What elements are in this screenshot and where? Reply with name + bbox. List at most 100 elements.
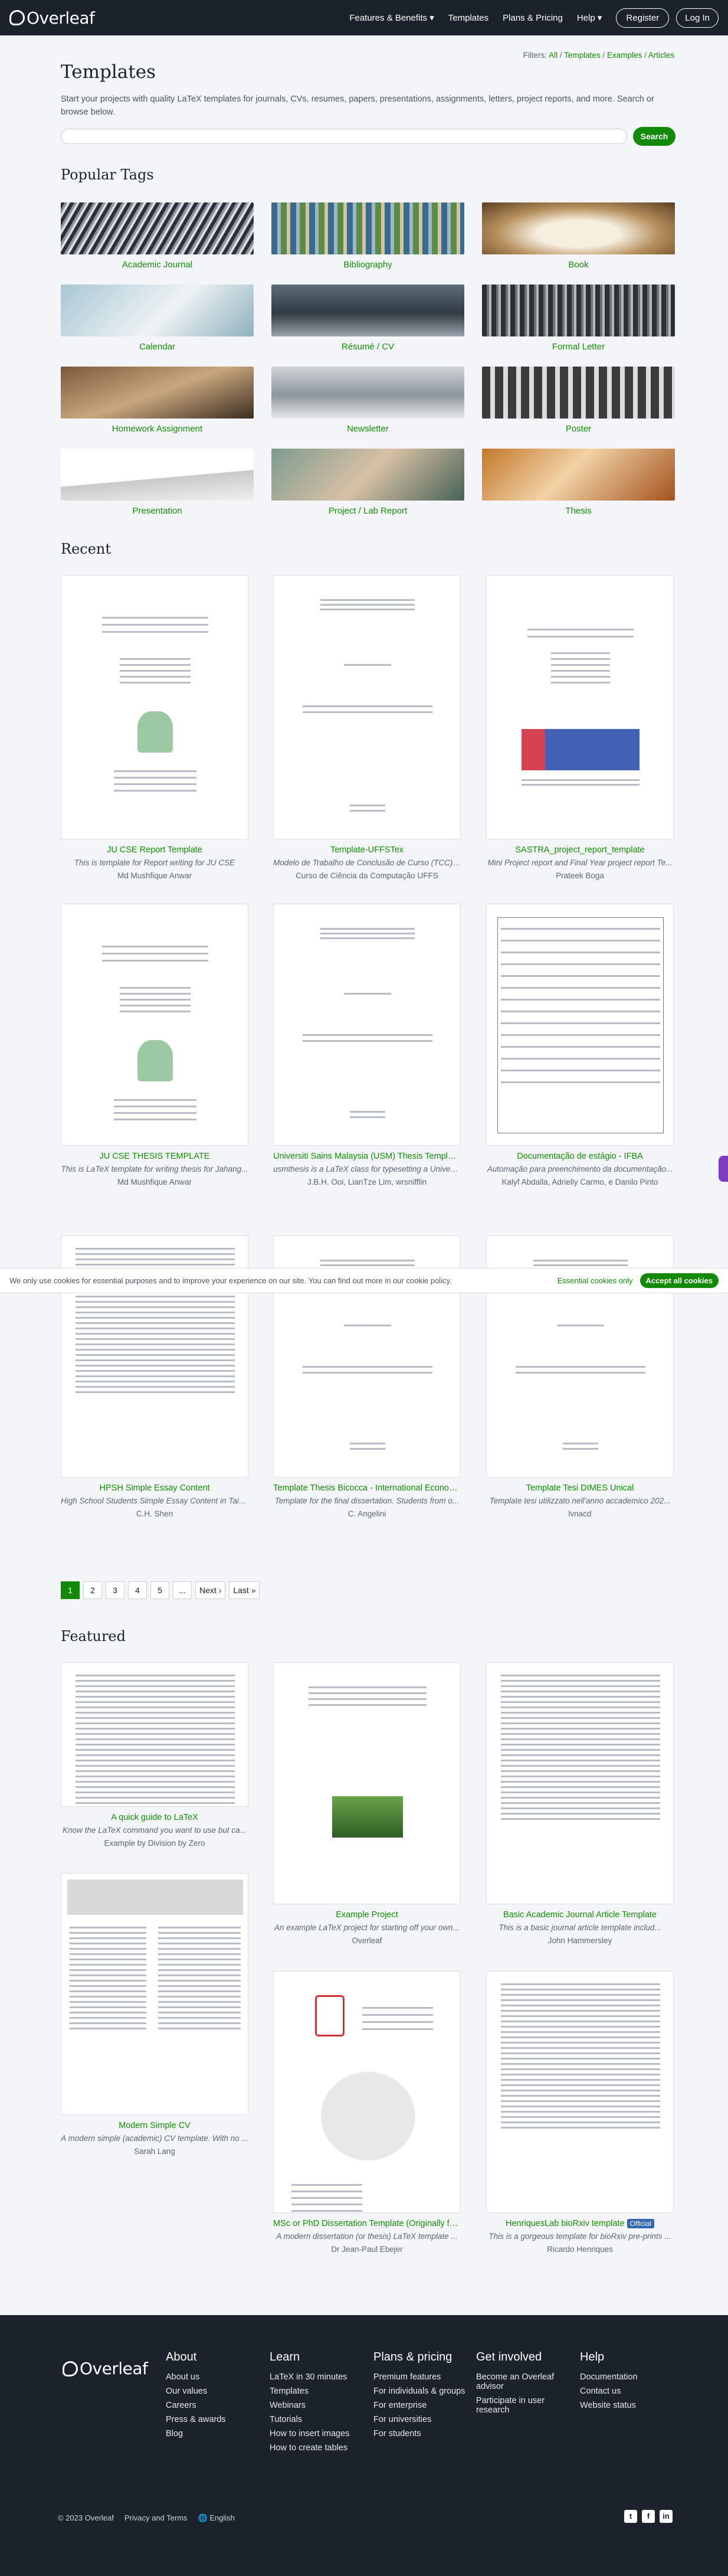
- template-title[interactable]: Template-UFFSTex: [273, 845, 461, 855]
- template-card[interactable]: Basic Academic Journal Article Template T…: [486, 1662, 674, 1945]
- template-title[interactable]: MSc or PhD Dissertation Template (Origin…: [273, 2219, 461, 2228]
- nav-features[interactable]: Features & Benefits ▾: [349, 12, 434, 23]
- template-card[interactable]: JU CSE THESIS TEMPLATE This is LaTeX temp…: [61, 904, 248, 1186]
- template-title[interactable]: SASTRA_project_report_template: [486, 845, 674, 855]
- template-card[interactable]: Universiti Sains Malaysia (USM) Thesis T…: [273, 904, 461, 1186]
- tag-project-lab-report[interactable]: Project / Lab Report: [271, 449, 464, 516]
- filter-articles[interactable]: Articles: [648, 51, 674, 60]
- template-card[interactable]: HenriquesLab bioRxiv template Official Thi…: [486, 1971, 674, 2254]
- page-4[interactable]: 4: [128, 1581, 147, 1599]
- template-title[interactable]: A quick guide to LaTeX: [61, 1813, 248, 1822]
- essential-cookies-button[interactable]: Essential cookies only: [558, 1276, 633, 1285]
- template-card[interactable]: MSc or PhD Dissertation Template (Origin…: [273, 1971, 461, 2254]
- footer-link[interactable]: Documentation: [580, 2372, 680, 2382]
- template-thumbnail[interactable]: [61, 1873, 248, 2115]
- nav-help[interactable]: Help ▾: [577, 12, 602, 23]
- template-thumbnail[interactable]: [273, 575, 461, 839]
- search-input[interactable]: [61, 129, 627, 144]
- template-title[interactable]: HenriquesLab bioRxiv template Official: [486, 2219, 674, 2228]
- template-thumbnail[interactable]: [486, 904, 674, 1146]
- template-title[interactable]: Universiti Sains Malaysia (USM) Thesis T…: [273, 1152, 461, 1161]
- linkedin-icon[interactable]: in: [660, 2510, 673, 2523]
- footer-link[interactable]: Our values: [166, 2387, 266, 2396]
- footer-logo[interactable]: Overleaf: [63, 2359, 148, 2378]
- template-title[interactable]: Basic Academic Journal Article Template: [486, 1910, 674, 1920]
- tag-poster[interactable]: Poster: [482, 367, 675, 434]
- twitter-icon[interactable]: t: [624, 2510, 637, 2523]
- footer-link[interactable]: Become an Overleaf advisor: [476, 2372, 559, 2391]
- template-card[interactable]: A quick guide to LaTeX Know the LaTeX com…: [61, 1662, 248, 1848]
- template-thumbnail[interactable]: [61, 1662, 248, 1807]
- footer-link[interactable]: LaTeX in 30 minutes: [270, 2372, 370, 2382]
- footer-link[interactable]: Contact us: [580, 2387, 680, 2396]
- footer-link[interactable]: For individuals & groups: [373, 2387, 474, 2396]
- nav-templates[interactable]: Templates: [448, 13, 488, 23]
- template-card[interactable]: Modern Simple CV A modern simple (academi…: [61, 1873, 248, 2156]
- footer-link[interactable]: Website status: [580, 2401, 680, 2410]
- tag-book[interactable]: Book: [482, 202, 675, 270]
- tag-formal-letter[interactable]: Formal Letter: [482, 285, 675, 352]
- template-card[interactable]: Documentação de estágio - IFBA Automação …: [486, 904, 674, 1186]
- template-title[interactable]: Documentação de estágio - IFBA: [486, 1152, 674, 1161]
- tag-calendar[interactable]: Calendar: [61, 285, 254, 352]
- template-thumbnail[interactable]: [273, 904, 461, 1146]
- accept-cookies-button[interactable]: Accept all cookies: [640, 1273, 719, 1288]
- footer-link[interactable]: About us: [166, 2372, 266, 2382]
- tag-newsletter[interactable]: Newsletter: [271, 367, 464, 434]
- template-thumbnail[interactable]: [486, 1662, 674, 1904]
- footer-link[interactable]: Tutorials: [270, 2415, 370, 2424]
- template-thumbnail[interactable]: [273, 1662, 461, 1904]
- page-5[interactable]: 5: [150, 1581, 169, 1599]
- template-thumbnail[interactable]: [273, 1971, 461, 2213]
- template-card[interactable]: SASTRA_project_report_template Mini Proje…: [486, 575, 674, 880]
- tag-homework-assignment[interactable]: Homework Assignment: [61, 367, 254, 434]
- facebook-icon[interactable]: f: [642, 2510, 655, 2523]
- template-card[interactable]: JU CSE Report Template This is template f…: [61, 575, 248, 880]
- footer-link[interactable]: Careers: [166, 2401, 266, 2410]
- nav-plans[interactable]: Plans & Pricing: [503, 13, 563, 23]
- footer-link[interactable]: How to create tables: [270, 2443, 370, 2453]
- filter-examples[interactable]: Examples: [607, 51, 642, 60]
- template-title[interactable]: Modern Simple CV: [61, 2121, 248, 2130]
- template-title[interactable]: JU CSE THESIS TEMPLATE: [61, 1152, 248, 1161]
- page-2[interactable]: 2: [83, 1581, 102, 1599]
- last-page[interactable]: Last »: [229, 1581, 260, 1599]
- template-title[interactable]: Example Project: [273, 1910, 461, 1920]
- template-card[interactable]: Template-UFFSTex Modelo de Trabalho de Co…: [273, 575, 461, 880]
- footer-link[interactable]: For universities: [373, 2415, 474, 2424]
- language-selector[interactable]: 🌐 English: [198, 2513, 235, 2523]
- template-title[interactable]: JU CSE Report Template: [61, 845, 248, 855]
- template-card[interactable]: Example Project An example LaTeX project …: [273, 1662, 461, 1945]
- filter-templates[interactable]: Templates: [564, 51, 601, 60]
- template-thumbnail[interactable]: [486, 1971, 674, 2213]
- template-title[interactable]: Template Thesis Bicocca - International …: [273, 1483, 461, 1493]
- tag-bibliography[interactable]: Bibliography: [271, 202, 464, 270]
- tag-academic-journal[interactable]: Academic Journal: [61, 202, 254, 270]
- tag-resume-cv[interactable]: Résumé / CV: [271, 285, 464, 352]
- footer-link[interactable]: Webinars: [270, 2401, 370, 2410]
- footer-link[interactable]: How to insert images: [270, 2429, 370, 2438]
- footer-link[interactable]: Blog: [166, 2429, 266, 2438]
- register-button[interactable]: Register: [616, 8, 670, 28]
- footer-link[interactable]: Participate in user research: [476, 2396, 559, 2415]
- template-thumbnail[interactable]: [61, 575, 248, 839]
- footer-link[interactable]: For students: [373, 2429, 474, 2438]
- template-title[interactable]: Template Tesi DIMES Unical: [486, 1483, 674, 1493]
- next-page[interactable]: Next ›: [195, 1581, 226, 1599]
- search-button[interactable]: Search: [633, 127, 675, 146]
- page-3[interactable]: 3: [106, 1581, 124, 1599]
- template-thumbnail[interactable]: [486, 575, 674, 839]
- page-1[interactable]: 1: [61, 1581, 80, 1599]
- filter-all[interactable]: All: [549, 51, 558, 60]
- overleaf-logo[interactable]: Overleaf: [9, 8, 95, 28]
- login-button[interactable]: Log In: [676, 8, 719, 28]
- tag-thesis[interactable]: Thesis: [482, 449, 675, 516]
- template-thumbnail[interactable]: [61, 904, 248, 1146]
- footer-link[interactable]: Premium features: [373, 2372, 474, 2382]
- tag-presentation[interactable]: Presentation: [61, 449, 254, 516]
- template-title[interactable]: HPSH Simple Essay Content: [61, 1483, 248, 1493]
- footer-link[interactable]: For enterprise: [373, 2401, 474, 2410]
- footer-link[interactable]: Press & awards: [166, 2415, 266, 2424]
- footer-link[interactable]: Templates: [270, 2387, 370, 2396]
- privacy-link[interactable]: Privacy and Terms: [124, 2513, 188, 2523]
